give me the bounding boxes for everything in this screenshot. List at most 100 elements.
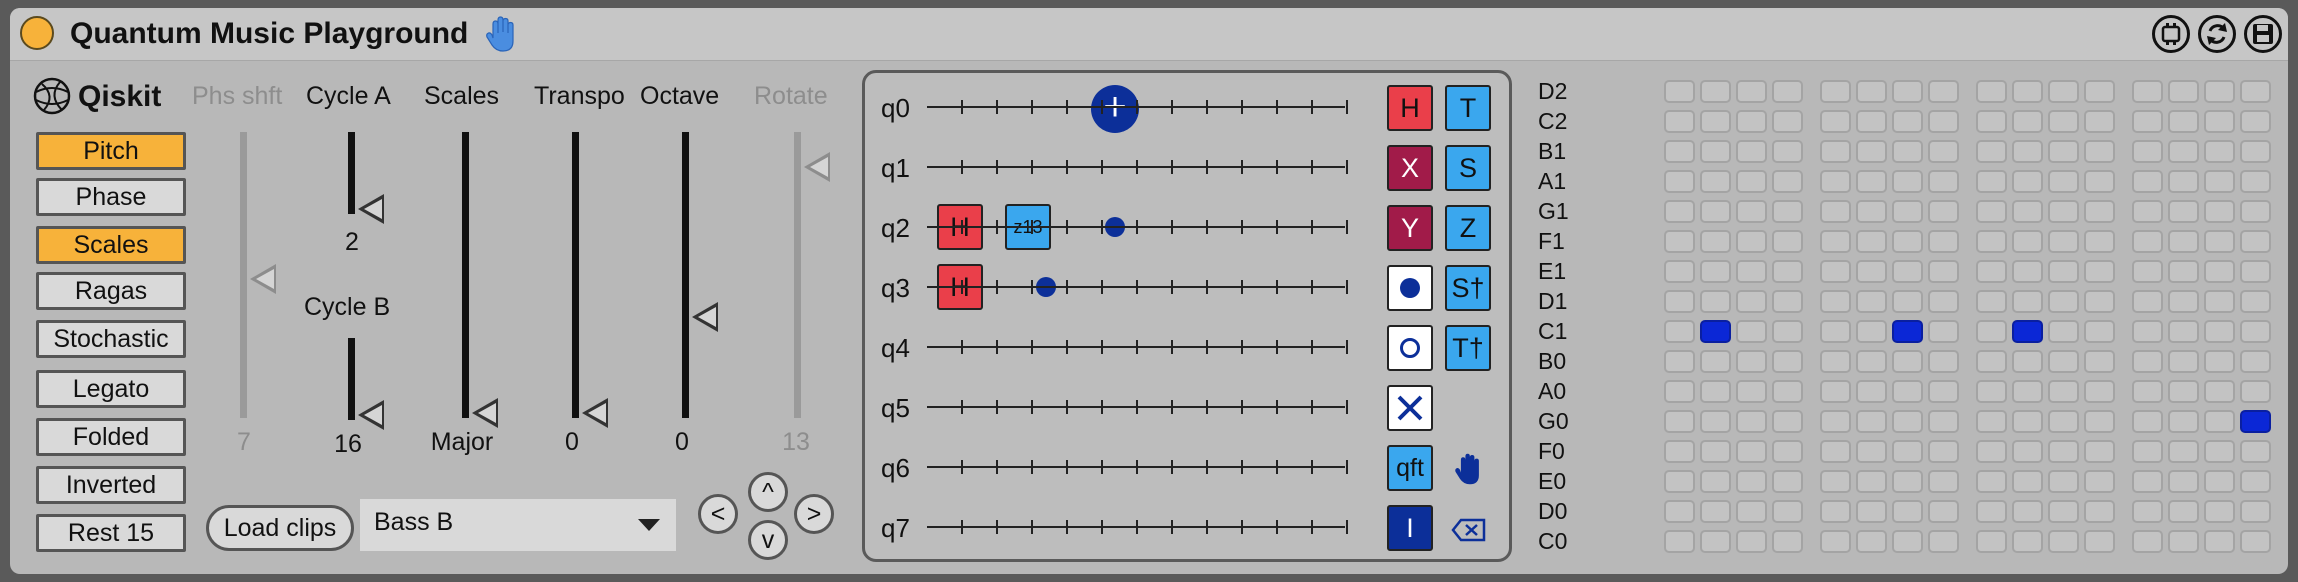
- grid-cell[interactable]: [2132, 290, 2163, 313]
- grid-cell[interactable]: [2240, 260, 2271, 283]
- grid-cell[interactable]: [1928, 320, 1959, 343]
- grid-cell[interactable]: [2240, 410, 2271, 433]
- grid-cell[interactable]: [2012, 110, 2043, 133]
- grid-cell[interactable]: [1820, 140, 1851, 163]
- grid-cell[interactable]: [2204, 500, 2235, 523]
- grid-cell[interactable]: [2204, 440, 2235, 463]
- grid-cell[interactable]: [1892, 110, 1923, 133]
- grid-cell[interactable]: [2204, 110, 2235, 133]
- rotate-thumb[interactable]: [804, 152, 830, 182]
- grid-cell[interactable]: [2240, 350, 2271, 373]
- grid-cell[interactable]: [1700, 350, 1731, 373]
- grid-cell[interactable]: [2204, 350, 2235, 373]
- grid-cell[interactable]: [2204, 410, 2235, 433]
- transpose-thumb[interactable]: [582, 398, 608, 428]
- grid-cell[interactable]: [1856, 350, 1887, 373]
- grid-cell[interactable]: [2048, 380, 2079, 403]
- grid-cell[interactable]: [1892, 470, 1923, 493]
- grid-cell[interactable]: [1928, 200, 1959, 223]
- grid-cell[interactable]: [1772, 170, 1803, 193]
- grid-cell[interactable]: [2204, 230, 2235, 253]
- grid-cell[interactable]: [2048, 500, 2079, 523]
- grid-cell[interactable]: [2132, 470, 2163, 493]
- grid-cell[interactable]: [2048, 410, 2079, 433]
- grid-cell[interactable]: [1856, 410, 1887, 433]
- grid-cell[interactable]: [1892, 500, 1923, 523]
- grid-cell[interactable]: [1976, 200, 2007, 223]
- grid-cell[interactable]: [2012, 260, 2043, 283]
- grid-cell[interactable]: [1700, 410, 1731, 433]
- grid-cell[interactable]: [1976, 380, 2007, 403]
- grid-cell[interactable]: [1772, 80, 1803, 103]
- grid-cell[interactable]: [1664, 140, 1695, 163]
- grid-cell[interactable]: [1856, 380, 1887, 403]
- grid-cell[interactable]: [1976, 110, 2007, 133]
- grid-cell[interactable]: [2168, 320, 2199, 343]
- grid-cell[interactable]: [1928, 500, 1959, 523]
- scales-thumb[interactable]: [472, 398, 498, 428]
- grid-cell[interactable]: [1772, 200, 1803, 223]
- grid-cell[interactable]: [2084, 410, 2115, 433]
- grid-cell[interactable]: [2168, 110, 2199, 133]
- grid-cell[interactable]: [1976, 530, 2007, 553]
- cycle-b-slider[interactable]: [348, 338, 355, 420]
- mode-button-phase[interactable]: Phase: [36, 178, 186, 216]
- grid-cell[interactable]: [1976, 260, 2007, 283]
- grid-cell[interactable]: [1700, 290, 1731, 313]
- grid-cell[interactable]: [1856, 290, 1887, 313]
- grid-cell[interactable]: [1772, 380, 1803, 403]
- grid-cell[interactable]: [2132, 230, 2163, 253]
- grid-cell[interactable]: [1892, 80, 1923, 103]
- grid-cell[interactable]: [1892, 440, 1923, 463]
- grid-cell[interactable]: [1772, 470, 1803, 493]
- grid-cell[interactable]: [2168, 200, 2199, 223]
- palette-swap-gate[interactable]: [1387, 385, 1433, 431]
- grid-cell[interactable]: [2204, 530, 2235, 553]
- grid-cell[interactable]: [1700, 170, 1731, 193]
- octave-slider[interactable]: [682, 132, 689, 418]
- grid-cell[interactable]: [1976, 140, 2007, 163]
- grid-cell[interactable]: [2132, 410, 2163, 433]
- grid-cell[interactable]: [1928, 140, 1959, 163]
- grid-cell[interactable]: [2132, 110, 2163, 133]
- grid-cell[interactable]: [2132, 260, 2163, 283]
- grid-cell[interactable]: [1928, 440, 1959, 463]
- grid-cell[interactable]: [1976, 290, 2007, 313]
- grid-cell[interactable]: [1664, 80, 1695, 103]
- grid-cell[interactable]: [2168, 500, 2199, 523]
- grid-cell[interactable]: [2204, 170, 2235, 193]
- grid-cell[interactable]: [1700, 320, 1731, 343]
- grid-cell[interactable]: [1976, 80, 2007, 103]
- mode-button-folded[interactable]: Folded: [36, 418, 186, 456]
- grid-cell[interactable]: [2012, 440, 2043, 463]
- grid-cell[interactable]: [2012, 170, 2043, 193]
- grid-cell[interactable]: [2084, 80, 2115, 103]
- backspace-icon[interactable]: [1451, 517, 1487, 543]
- grid-cell[interactable]: [2048, 170, 2079, 193]
- grid-cell[interactable]: [2084, 140, 2115, 163]
- grid-cell[interactable]: [1772, 350, 1803, 373]
- palette-y-gate[interactable]: Y: [1387, 205, 1433, 251]
- grid-cell[interactable]: [1976, 350, 2007, 373]
- grid-cell[interactable]: [2012, 470, 2043, 493]
- grid-cell[interactable]: [2168, 470, 2199, 493]
- grid-cell[interactable]: [2204, 80, 2235, 103]
- grid-cell[interactable]: [1856, 140, 1887, 163]
- grid-cell[interactable]: [1892, 320, 1923, 343]
- grid-cell[interactable]: [1928, 230, 1959, 253]
- grid-cell[interactable]: [2132, 380, 2163, 403]
- nav-up-button[interactable]: ^: [748, 472, 788, 512]
- grid-cell[interactable]: [1772, 320, 1803, 343]
- grid-cell[interactable]: [1856, 110, 1887, 133]
- grid-cell[interactable]: [2048, 350, 2079, 373]
- grid-cell[interactable]: [1772, 230, 1803, 253]
- grid-cell[interactable]: [1892, 230, 1923, 253]
- grid-cell[interactable]: [1664, 290, 1695, 313]
- grid-cell[interactable]: [1736, 230, 1767, 253]
- grid-cell[interactable]: [2084, 110, 2115, 133]
- grid-cell[interactable]: [2240, 530, 2271, 553]
- grid-cell[interactable]: [1892, 260, 1923, 283]
- grid-cell[interactable]: [1928, 530, 1959, 553]
- grid-cell[interactable]: [2084, 230, 2115, 253]
- grid-cell[interactable]: [1700, 260, 1731, 283]
